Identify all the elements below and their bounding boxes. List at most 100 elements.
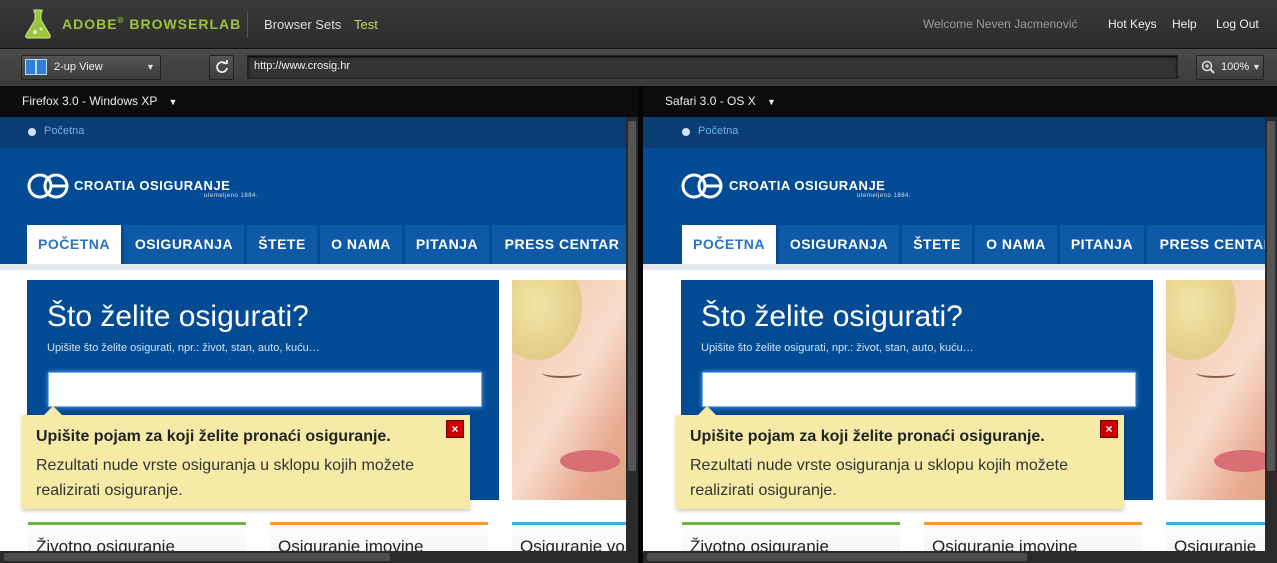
zoom-label: 100% [1221,61,1250,73]
search-title: Što želite osigurati? [47,300,309,333]
site-header: CROATIA OSIGURANJE utemeljeno 1884. POČE… [643,148,1265,264]
log-out-link[interactable]: Log Out [1216,17,1259,31]
breadcrumb-home[interactable]: Početna [44,125,84,137]
scroll-thumb[interactable] [647,553,1027,561]
croatia-osiguranje-logo-icon [681,173,723,199]
search-input[interactable] [702,372,1136,407]
menu-item-pocetna[interactable]: POČETNA [682,225,776,264]
card-title: Životno osiguranje [36,537,175,551]
menu-item-o-nama[interactable]: O NAMA [975,225,1057,264]
card-zivotno[interactable]: Životno osiguranje [28,522,246,551]
chevron-down-icon: ▼ [168,97,178,107]
card-title: Osiguranje imovine [932,537,1078,551]
card-imovine[interactable]: Osiguranje imovine [924,522,1142,551]
zoom-icon [1201,60,1215,74]
chevron-down-icon: ▼ [1252,62,1261,72]
brand-registered: ® [117,16,125,25]
horizontal-scrollbar-left[interactable] [0,551,638,563]
toolbar: 2-up View ▼ http://www.crosig.hr 100% ▼ [0,49,1277,87]
site-logo-text: CROATIA OSIGURANJE [74,178,231,193]
browser-bar-left: Firefox 3.0 - Windows XP ▼ [0,86,638,117]
browser-select-right[interactable]: Safari 3.0 - OS X ▼ [665,94,776,108]
url-input[interactable]: http://www.crosig.hr [247,55,1178,79]
flask-logo-icon [25,9,51,39]
search-tooltip: Upišite pojam za koji želite pronaći osi… [22,406,470,509]
brand-browserlab: BROWSERLAB [129,16,242,32]
brand-adobe: ADOBE [62,16,118,32]
nav-browser-sets[interactable]: Browser Sets [264,17,341,32]
search-title: Što želite osigurati? [701,300,963,333]
chevron-down-icon: ▼ [146,62,155,72]
home-bullet-icon [28,128,36,136]
horizontal-scrollbar-right[interactable] [643,551,1277,563]
card-zivotno[interactable]: Životno osiguranje [682,522,900,551]
card-imovine[interactable]: Osiguranje imovine [270,522,488,551]
breadcrumb-home[interactable]: Početna [698,125,738,137]
tooltip-title: Upišite pojam za koji želite pronaći osi… [690,428,1045,445]
card-third[interactable]: Osiguranje vo [512,522,626,551]
vertical-scrollbar-left[interactable] [626,117,638,551]
home-bullet-icon [682,128,690,136]
tooltip-arrow [698,406,716,415]
menu-item-pitanja[interactable]: PITANJA [1060,225,1144,264]
card-third[interactable]: Osiguranje [1166,522,1265,551]
site-topbar: Početna [643,117,1265,148]
hero-photo-hair [512,280,582,360]
close-icon[interactable]: × [446,420,464,438]
menu-item-press-centar[interactable]: PRESS CENTAR [492,225,626,264]
hero-photo-lips [1214,450,1265,472]
menu-item-osiguranja[interactable]: OSIGURANJA [779,225,899,264]
nav-test[interactable]: Test [354,17,378,32]
url-text: http://www.crosig.hr [254,60,350,72]
site-topbar: Početna [0,117,626,148]
hero-photo-lips [560,450,620,472]
view-mode-label: 2-up View [54,61,103,73]
hero-photo-eye [542,368,582,378]
hero-photo-hair [1166,280,1236,360]
card-title: Osiguranje [1174,537,1257,551]
card-title: Osiguranje imovine [278,537,424,551]
chevron-down-icon: ▼ [767,97,776,107]
scroll-thumb[interactable] [628,121,636,471]
menu-item-pocetna[interactable]: POČETNA [27,225,121,264]
scroll-thumb[interactable] [1267,121,1275,471]
hero-photo [1166,280,1265,500]
scroll-thumb[interactable] [4,553,390,561]
search-tooltip: Upišite pojam za koji želite pronaći osi… [676,406,1124,509]
hero-photo [512,280,626,500]
menu-item-osiguranja[interactable]: OSIGURANJA [124,225,244,264]
menu-item-o-nama[interactable]: O NAMA [320,225,402,264]
browser-bar-right: Safari 3.0 - OS X ▼ [643,86,1277,117]
zoom-select[interactable]: 100% ▼ [1196,55,1264,80]
preview-pane-right: Početna CROATIA OSIGURANJE utemeljeno 18… [643,117,1265,551]
menu-item-stete[interactable]: ŠTETE [902,225,972,264]
menu-item-pitanja[interactable]: PITANJA [405,225,489,264]
menu-item-press-centar[interactable]: PRESS CENTAR [1147,225,1265,264]
app-header: ADOBE® BROWSERLAB Browser Sets Test Welc… [0,0,1277,49]
hero-photo-eye [1196,368,1236,378]
tooltip-text: Rezultati nude vrste osiguranja u sklopu… [690,457,1068,499]
menu-item-stete[interactable]: ŠTETE [247,225,317,264]
two-up-view-icon [25,59,47,75]
site-header: CROATIA OSIGURANJE utemeljeno 1884. POČE… [0,148,626,264]
tooltip-title: Upišite pojam za koji želite pronaći osi… [36,428,391,445]
help-link[interactable]: Help [1172,17,1197,31]
search-subtitle: Upišite što želite osigurati, npr.: živo… [47,342,320,354]
vertical-scrollbar-right[interactable] [1265,117,1277,551]
browser-name-right: Safari 3.0 - OS X [665,94,756,108]
site-logo-text: CROATIA OSIGURANJE [729,178,886,193]
view-mode-select[interactable]: 2-up View ▼ [21,55,161,80]
welcome-text: Welcome Neven Jacmenović [923,17,1078,31]
search-subtitle: Upišite što želite osigurati, npr.: živo… [701,342,974,354]
browser-select-left[interactable]: Firefox 3.0 - Windows XP ▼ [22,94,177,108]
hot-keys-link[interactable]: Hot Keys [1108,17,1157,31]
close-icon[interactable]: × [1100,420,1118,438]
site-logo-subtitle: utemeljeno 1884. [857,193,912,199]
refresh-button[interactable] [209,55,234,80]
preview-pane-left: Početna CROATIA OSIGURANJE utemeljeno 18… [0,117,626,551]
search-input[interactable] [48,372,482,407]
browser-name-left: Firefox 3.0 - Windows XP [22,94,158,108]
croatia-osiguranje-logo-icon [27,173,69,199]
tooltip-arrow [44,406,62,415]
menu-substrip [643,264,1265,270]
